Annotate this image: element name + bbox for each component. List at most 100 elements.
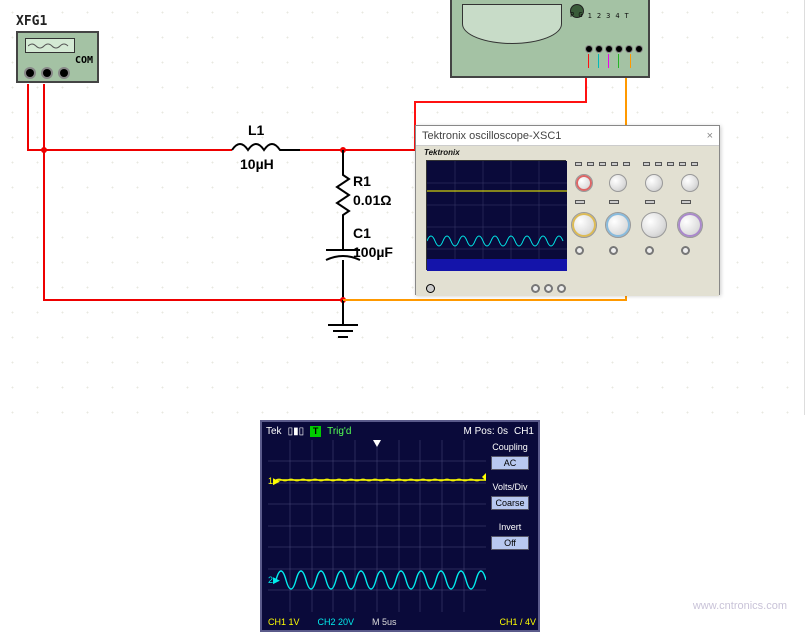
- funcgen-body[interactable]: COM: [16, 31, 99, 83]
- menu-btn-10[interactable]: [691, 162, 698, 166]
- bnc-1-icon[interactable]: [575, 246, 584, 255]
- menu-btn-1[interactable]: [575, 162, 582, 166]
- lead-wire-1: [588, 54, 589, 68]
- port-label-3: 3: [606, 12, 610, 20]
- ftr-ch2: CH2 20V: [318, 617, 355, 627]
- lead-wire-t: [630, 54, 631, 68]
- scope-icon-port-labels: P G 1 2 3 4 T: [570, 12, 629, 20]
- oscilloscope-panel-icon[interactable]: P G 1 2 3 4 T: [450, 0, 650, 78]
- trigd-icon: T: [310, 426, 321, 437]
- hdr-ch: CH1: [514, 426, 534, 437]
- scope-port-p[interactable]: [586, 46, 592, 52]
- c1-ref: C1: [353, 225, 371, 241]
- funcgen-refdes: XFG1: [16, 14, 99, 29]
- menu-btn-9[interactable]: [679, 162, 686, 166]
- bnc-ch2-icon[interactable]: [544, 284, 553, 293]
- side-coarse-button[interactable]: Coarse: [491, 496, 529, 510]
- scope-knob-area: [571, 160, 716, 290]
- power-knob-icon[interactable]: [426, 284, 435, 293]
- bnc-2-icon[interactable]: [609, 246, 618, 255]
- bnc-ch1-icon[interactable]: [531, 284, 540, 293]
- bnc-3-icon[interactable]: [645, 246, 654, 255]
- ch-btn-4[interactable]: [681, 200, 691, 204]
- scope-brand: Tektronix: [424, 148, 460, 157]
- port-label-4: 4: [615, 12, 619, 20]
- ftr-trg: CH1 / 4V: [499, 617, 536, 627]
- hdr-trig: Trig'd: [327, 426, 351, 437]
- svg-text:2▶: 2▶: [268, 575, 280, 585]
- r1-val: 0.01Ω: [353, 192, 391, 208]
- scope-icon-screen: [462, 4, 562, 44]
- scope-footer: CH1 1V CH2 20V M 5us CH1 / 4V: [268, 617, 536, 627]
- funcgen-port-plus[interactable]: [26, 69, 34, 77]
- scope-body: Tektronix: [416, 146, 719, 296]
- scope-header: Tek ▯▮▯ T Trig'd M Pos: 0s CH1: [262, 422, 538, 440]
- scope-port-t[interactable]: [636, 46, 642, 52]
- menu-btn-8[interactable]: [667, 162, 674, 166]
- side-voltsdiv-label: Volts/Div: [486, 480, 534, 494]
- port-label-t: T: [625, 12, 629, 20]
- watermark: www.cntronics.com: [693, 600, 787, 612]
- scope-side-menu: Coupling AC Volts/Div Coarse Invert Off: [486, 440, 534, 550]
- funcgen-screen: [25, 38, 75, 53]
- funcgen-ports: [26, 69, 68, 77]
- scale-knob-ch2[interactable]: [605, 212, 631, 238]
- ch-btn-1[interactable]: [575, 200, 585, 204]
- menu-btn-7[interactable]: [655, 162, 662, 166]
- port-label-2: 2: [597, 12, 601, 20]
- ch-btn-2[interactable]: [609, 200, 619, 204]
- hdr-tek: Tek: [266, 426, 282, 437]
- scope-mini-screen: [426, 160, 566, 270]
- scale-knob-time[interactable]: [641, 212, 667, 238]
- side-invert-label: Invert: [486, 520, 534, 534]
- lead-wire-4: [618, 54, 619, 68]
- ch-btn-3[interactable]: [645, 200, 655, 204]
- scope-port-2[interactable]: [606, 46, 612, 52]
- scope-port-4[interactable]: [626, 46, 632, 52]
- funcgen-port-minus[interactable]: [43, 69, 51, 77]
- l1-ref: L1: [248, 122, 264, 138]
- ftr-m: M 5us: [372, 617, 397, 627]
- scope-display-zoom[interactable]: Tek ▯▮▯ T Trig'd M Pos: 0s CH1: [260, 420, 540, 632]
- l1-val: 10µH: [240, 156, 274, 172]
- scope-window-title: Tektronix oscilloscope-XSC1: [422, 130, 561, 142]
- oscilloscope-window[interactable]: Tektronix oscilloscope-XSC1 × Tektronix: [415, 125, 720, 295]
- function-generator-xfg1[interactable]: XFG1 COM: [16, 14, 99, 83]
- position-knob-1[interactable]: [575, 174, 593, 192]
- ftr-ch1: CH1 1V: [268, 617, 300, 627]
- close-icon[interactable]: ×: [707, 130, 713, 142]
- side-ac-button[interactable]: AC: [491, 456, 529, 470]
- pg-label: P G: [570, 12, 583, 19]
- side-coupling-label: Coupling: [486, 440, 534, 454]
- port-label-1: 1: [588, 12, 592, 20]
- svg-text:1▶: 1▶: [268, 476, 280, 486]
- position-knob-2[interactable]: [609, 174, 627, 192]
- r1-ref: R1: [353, 173, 371, 189]
- scope-window-titlebar[interactable]: Tektronix oscilloscope-XSC1 ×: [416, 126, 719, 146]
- bnc-ext-icon[interactable]: [557, 284, 566, 293]
- position-knob-3[interactable]: [645, 174, 663, 192]
- menu-btn-5[interactable]: [623, 162, 630, 166]
- menu-btn-3[interactable]: [599, 162, 606, 166]
- menu-btn-4[interactable]: [611, 162, 618, 166]
- bnc-4-icon[interactable]: [681, 246, 690, 255]
- lead-wire-2: [598, 54, 599, 68]
- run-icon: ▯▮▯: [288, 426, 305, 437]
- scope-port-1[interactable]: [596, 46, 602, 52]
- funcgen-port-com[interactable]: [60, 69, 68, 77]
- scale-knob-ch1[interactable]: [571, 212, 597, 238]
- funcgen-com-label: COM: [75, 55, 93, 66]
- hdr-mpos: M Pos: 0s: [464, 426, 508, 437]
- scope-bottom-row: [426, 284, 566, 293]
- scope-port-3[interactable]: [616, 46, 622, 52]
- lead-wire-3: [608, 54, 609, 68]
- scope-icon-ports: [586, 46, 642, 52]
- c1-val: 100µF: [353, 244, 393, 260]
- scale-knob-trig[interactable]: [677, 212, 703, 238]
- scope-plot: 1▶ 2▶: [268, 440, 486, 612]
- circuit-canvas[interactable]: XFG1 COM P G 1 2 3 4 T: [0, 0, 805, 415]
- position-knob-4[interactable]: [681, 174, 699, 192]
- side-off-button[interactable]: Off: [491, 536, 529, 550]
- menu-btn-2[interactable]: [587, 162, 594, 166]
- menu-btn-6[interactable]: [643, 162, 650, 166]
